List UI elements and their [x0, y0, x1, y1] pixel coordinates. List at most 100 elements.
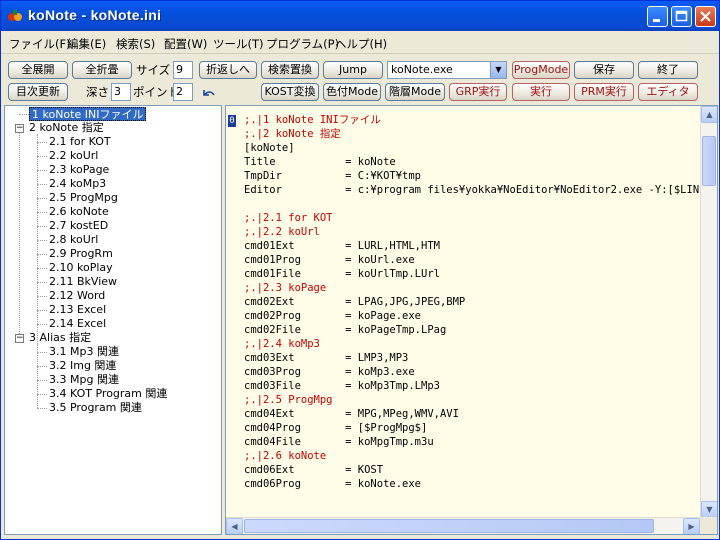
- text-editor[interactable]: 0 ;.|1 koNote INIファイル ;.|2 koNote 指定 [koNo…: [225, 105, 718, 535]
- run-button[interactable]: 実行: [512, 83, 570, 101]
- tree-item[interactable]: 2.9 ProgRm: [49, 247, 113, 261]
- outline-tree[interactable]: 1 koNote INIファイル − 2 koNote 指定 2.1 for K…: [4, 105, 222, 535]
- tree-item[interactable]: 2.7 kostED: [49, 219, 108, 233]
- scroll-left-icon[interactable]: ◀: [226, 518, 243, 534]
- editor-line[interactable]: ;.|2.5 ProgMpg: [244, 393, 717, 407]
- menu-program[interactable]: プログラム(P): [266, 36, 339, 52]
- tree-item[interactable]: 2.13 Excel: [49, 303, 106, 317]
- editor-line[interactable]: cmd01File = koUrlTmp.LUrl: [244, 267, 717, 281]
- tree-item[interactable]: 3.5 Program 関連: [49, 401, 142, 415]
- title-bar[interactable]: koNote - koNote.ini: [1, 1, 719, 31]
- editor-line[interactable]: ;.|2.3 koPage: [244, 281, 717, 295]
- toc-update-button[interactable]: 目次更新: [8, 83, 68, 101]
- editor-line[interactable]: cmd03File = koMp3Tmp.LMp3: [244, 379, 717, 393]
- collapse-all-button[interactable]: 全折畳: [72, 61, 132, 79]
- horizontal-scroll-thumb[interactable]: [244, 519, 654, 533]
- expand-all-button[interactable]: 全展開: [8, 61, 68, 79]
- chevron-down-icon[interactable]: ▼: [490, 62, 506, 78]
- tree-item[interactable]: 2.2 koUrl: [49, 149, 98, 163]
- editor-line[interactable]: ;.|2.4 koMp3: [244, 337, 717, 351]
- scroll-down-icon[interactable]: ▼: [701, 501, 717, 518]
- menu-tools[interactable]: ツール(T): [213, 36, 264, 52]
- tree-item[interactable]: 3.4 KOT Program 関連: [49, 387, 167, 401]
- app-icon: [8, 10, 22, 21]
- tree-guide: [37, 226, 47, 227]
- tree-group-alias[interactable]: 3 Alias 指定: [29, 331, 91, 345]
- collapse-toggle-icon[interactable]: −: [15, 124, 24, 133]
- menu-file[interactable]: ファイル(F): [9, 36, 71, 52]
- tree-item[interactable]: 2.11 BkView: [49, 275, 117, 289]
- tree-item[interactable]: 2.1 for KOT: [49, 135, 111, 149]
- editor-line[interactable]: cmd06Ext = KOST: [244, 463, 717, 477]
- layer-mode-button[interactable]: 階層Mode: [385, 83, 445, 101]
- prm-run-button[interactable]: PRM実行: [574, 83, 634, 101]
- tree-item[interactable]: 2.12 Word: [49, 289, 105, 303]
- editor-line[interactable]: cmd01Ext = LURL,HTML,HTM: [244, 239, 717, 253]
- editor-button[interactable]: エディタ: [638, 83, 698, 101]
- tree-item[interactable]: 2.4 koMp3: [49, 177, 106, 191]
- depth-input[interactable]: 3: [111, 83, 131, 101]
- tree-item[interactable]: 2.3 koPage: [49, 163, 109, 177]
- editor-line[interactable]: cmd03Prog = koMp3.exe: [244, 365, 717, 379]
- maximize-button[interactable]: [671, 6, 692, 27]
- editor-line[interactable]: Editor = c:¥program files¥yokka¥NoEditor…: [244, 183, 717, 197]
- editor-line[interactable]: cmd04File = koMpgTmp.m3u: [244, 435, 717, 449]
- undo-icon[interactable]: [200, 87, 216, 101]
- editor-line[interactable]: cmd01Prog = koUrl.exe: [244, 253, 717, 267]
- editor-line[interactable]: [244, 197, 717, 211]
- tree-item[interactable]: 2.5 ProgMpg: [49, 191, 118, 205]
- tree-item[interactable]: 2.10 koPlay: [49, 261, 113, 275]
- editor-line[interactable]: ;.|2 koNote 指定: [244, 127, 717, 141]
- tree-guide: [37, 142, 47, 143]
- tree-guide: [37, 324, 47, 325]
- tree-item[interactable]: 3.3 Mpg 関連: [49, 373, 119, 387]
- collapse-toggle-icon[interactable]: −: [15, 334, 24, 343]
- horizontal-scrollbar[interactable]: ◀ ▶: [226, 517, 700, 534]
- color-mode-button[interactable]: 色付Mode: [323, 83, 381, 101]
- editor-line[interactable]: cmd04Ext = MPG,MPeg,WMV,AVI: [244, 407, 717, 421]
- editor-line[interactable]: Title = koNote: [244, 155, 717, 169]
- tree-group-koNote[interactable]: 2 koNote 指定: [29, 121, 104, 135]
- editor-line[interactable]: ;.|1 koNote INIファイル: [244, 113, 717, 127]
- exit-button[interactable]: 終了: [638, 61, 698, 79]
- jump-button[interactable]: Jump: [323, 61, 383, 79]
- menu-help[interactable]: ヘルプ(H): [335, 36, 387, 52]
- point-input[interactable]: 2: [173, 83, 193, 101]
- wrap-button[interactable]: 折返しへ: [199, 61, 257, 79]
- menu-layout[interactable]: 配置(W): [164, 36, 207, 52]
- editor-line[interactable]: ;.|2.1 for KOT: [244, 211, 717, 225]
- tree-item[interactable]: 3.1 Mp3 関連: [49, 345, 119, 359]
- editor-line[interactable]: cmd02File = koPageTmp.LPag: [244, 323, 717, 337]
- editor-line[interactable]: cmd02Prog = koPage.exe: [244, 309, 717, 323]
- tree-item-root[interactable]: 1 koNote INIファイル: [29, 107, 147, 121]
- vertical-scroll-thumb[interactable]: [702, 136, 716, 186]
- minimize-button[interactable]: [647, 6, 668, 27]
- tree-item[interactable]: 2.6 koNote: [49, 205, 109, 219]
- scroll-up-icon[interactable]: ▲: [701, 106, 717, 123]
- editor-line[interactable]: cmd03Ext = LMP3,MP3: [244, 351, 717, 365]
- kost-convert-button[interactable]: KOST変換: [261, 83, 319, 101]
- editor-line[interactable]: cmd02Ext = LPAG,JPG,JPEG,BMP: [244, 295, 717, 309]
- grp-run-button[interactable]: GRP実行: [449, 83, 507, 101]
- editor-content[interactable]: ;.|1 koNote INIファイル ;.|2 koNote 指定 [koNote…: [244, 113, 717, 491]
- scroll-right-icon[interactable]: ▶: [683, 518, 700, 534]
- close-button[interactable]: [695, 6, 716, 27]
- file-combo[interactable]: koNote.exe ▼: [387, 61, 507, 79]
- tree-item[interactable]: 3.2 Img 関連: [49, 359, 116, 373]
- editor-line[interactable]: [koNote]: [244, 141, 717, 155]
- editor-line[interactable]: cmd06Prog = koNote.exe: [244, 477, 717, 491]
- prog-mode-button[interactable]: ProgMode: [512, 61, 570, 79]
- save-button[interactable]: 保存: [574, 61, 634, 79]
- size-input[interactable]: 9: [173, 61, 193, 79]
- editor-line[interactable]: ;.|2.2 koUrl: [244, 225, 717, 239]
- editor-line[interactable]: ;.|2.6 koNote: [244, 449, 717, 463]
- menu-search[interactable]: 検索(S): [116, 36, 155, 52]
- menu-edit[interactable]: 編集(E): [67, 36, 106, 52]
- search-replace-button[interactable]: 検索置換: [261, 61, 319, 79]
- editor-line[interactable]: TmpDir = C:¥KOT¥tmp: [244, 169, 717, 183]
- vertical-scrollbar[interactable]: ▲ ▼: [700, 106, 717, 518]
- editor-line[interactable]: cmd04Prog = [$ProgMpg$]: [244, 421, 717, 435]
- cursor-marker: 0: [228, 115, 236, 127]
- tree-item[interactable]: 2.14 Excel: [49, 317, 106, 331]
- tree-item[interactable]: 2.8 koUrl: [49, 233, 98, 247]
